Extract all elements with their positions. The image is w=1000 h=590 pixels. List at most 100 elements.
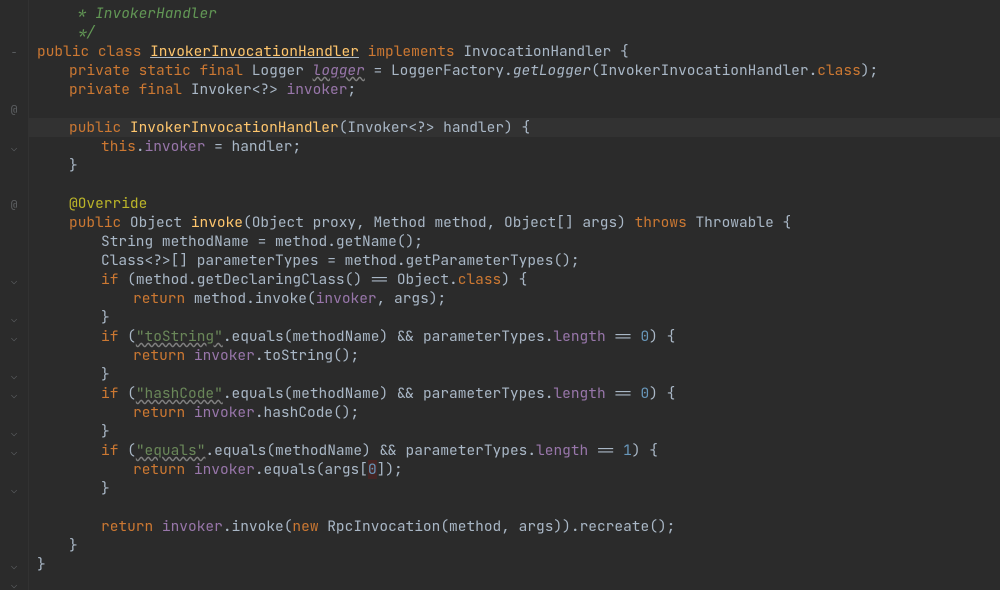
code-line[interactable]: public Object invoke(Object proxy, Metho… <box>29 213 1000 232</box>
tok-semi: ; <box>571 251 580 270</box>
tok-p_proxy: proxy <box>313 213 357 232</box>
code-line[interactable]: return invoker.hashCode(); <box>29 403 1000 422</box>
code-line[interactable] <box>29 175 1000 194</box>
code-line[interactable] <box>29 498 1000 517</box>
tok-return: return <box>133 460 185 479</box>
code-line[interactable]: if ("hashCode".equals(methodName) && par… <box>29 384 1000 403</box>
tok-m_equals: equals <box>264 460 316 479</box>
code-line[interactable]: Class<?>[] parameterTypes = method.getPa… <box>29 251 1000 270</box>
gutter-override-icon[interactable]: @ <box>0 101 28 120</box>
tok-dot: . <box>397 251 406 270</box>
code-editor[interactable]: −@⌵@⌵⌵⌵⌵⌵⌵⌵⌵⌵⌵ * InvokerHandler */public… <box>0 0 1000 590</box>
tok-dot: . <box>223 517 232 536</box>
ctor-decl: InvokerInvocationHandler <box>130 118 339 137</box>
code-line[interactable] <box>29 99 1000 118</box>
code-line[interactable]: return method.invoke(invoker, args); <box>29 289 1000 308</box>
tok-cls_Invoker: Invoker <box>191 80 252 99</box>
tok-if: if <box>101 327 118 346</box>
code-line[interactable]: } <box>29 365 1000 384</box>
tok-public: public <box>69 118 121 137</box>
tok-semi: ; <box>347 80 356 99</box>
code-line[interactable]: if ("equals".equals(methodName) && param… <box>29 441 1000 460</box>
tok-m_invoke: invoke <box>255 289 307 308</box>
tok-semi: ; <box>869 61 878 80</box>
code-line[interactable]: } <box>29 479 1000 498</box>
code-line[interactable]: public class InvokerInvocationHandler im… <box>29 42 1000 61</box>
gutter: −@⌵@⌵⌵⌵⌵⌵⌵⌵⌵⌵⌵ <box>0 0 29 590</box>
gutter-fold-icon[interactable]: − <box>0 44 28 63</box>
code-line[interactable]: } <box>29 555 1000 574</box>
code-line[interactable]: private static final Logger logger = Log… <box>29 61 1000 80</box>
tok-wild: <?> <box>252 80 278 99</box>
tok-public: public <box>37 42 89 61</box>
tok-m_equals: equals <box>232 384 284 403</box>
tok-op_and: && <box>371 441 406 460</box>
tok-if: if <box>101 270 118 289</box>
tok-cls_LoggerFactory: LoggerFactory <box>391 61 504 80</box>
tok-new: new <box>292 517 318 536</box>
tok-cls_Throwable: Throwable <box>695 213 773 232</box>
tok-fld_class: class <box>817 61 861 80</box>
code-line[interactable]: private final Invoker<?> invoker; <box>29 80 1000 99</box>
tok-semi: ; <box>394 460 403 479</box>
code-line[interactable]: } <box>29 156 1000 175</box>
tok-m_hashCode: hashCode <box>264 403 334 422</box>
code-line[interactable]: if (method.getDeclaringClass() == Object… <box>29 270 1000 289</box>
code-line[interactable]: } <box>29 536 1000 555</box>
gutter-fold-icon[interactable]: ⌵ <box>0 367 28 386</box>
gutter-fold-end-icon[interactable]: ⌵ <box>0 557 28 576</box>
code-line[interactable]: String methodName = method.getName(); <box>29 232 1000 251</box>
tok-lp: ( <box>266 441 275 460</box>
gutter-fold-icon[interactable]: ⌵ <box>0 481 28 500</box>
tok-rb: } <box>101 365 110 384</box>
code-area[interactable]: * InvokerHandler */public class InvokerI… <box>29 0 1000 590</box>
tok-dot: . <box>188 270 197 289</box>
tok-comma: , <box>356 213 373 232</box>
code-line[interactable]: return invoker.toString(); <box>29 346 1000 365</box>
code-line[interactable]: } <box>29 422 1000 441</box>
tok-semi: ; <box>351 346 360 365</box>
tok-lb: { <box>519 270 528 289</box>
gutter-fold-icon[interactable]: ⌵ <box>0 386 28 405</box>
gutter-fold-icon[interactable]: ⌵ <box>0 310 28 329</box>
tok-num_0: 0 <box>640 327 649 346</box>
tok-dot: . <box>327 232 336 251</box>
code-line[interactable]: @Override <box>29 194 1000 213</box>
tok-rp: ) <box>342 346 351 365</box>
gutter-override-icon[interactable]: @ <box>0 196 28 215</box>
gutter-fold-end-icon[interactable]: ⌵ <box>0 576 28 590</box>
tok-dot: . <box>136 137 145 156</box>
tok-cls_Object: Object <box>397 270 449 289</box>
gutter-fold-icon[interactable]: ⌵ <box>0 329 28 348</box>
tok-private: private <box>69 80 130 99</box>
code-line[interactable]: return invoker.invoke(new RpcInvocation(… <box>29 517 1000 536</box>
code-line[interactable]: * InvokerHandler <box>29 4 1000 23</box>
tok-class: class <box>98 42 142 61</box>
code-line[interactable]: public InvokerInvocationHandler(Invoker<… <box>29 118 1000 137</box>
gutter-fold-icon[interactable]: ⌵ <box>0 272 28 291</box>
tok-implements: implements <box>368 42 455 61</box>
tok-dot: . <box>504 61 513 80</box>
gutter-fold-end-icon[interactable]: ⌵ <box>0 139 28 158</box>
tok-semi: ; <box>292 137 301 156</box>
code-line[interactable]: */ <box>29 23 1000 42</box>
tok-rp: ) <box>553 517 562 536</box>
tok-lp: ( <box>307 289 316 308</box>
tok-lp: ( <box>333 403 342 422</box>
tok-op_assign: = <box>249 232 275 251</box>
tok-num_1: 1 <box>623 441 632 460</box>
gutter-fold-icon[interactable]: ⌵ <box>0 443 28 462</box>
tok-rb: } <box>69 156 78 175</box>
gutter-fold-icon[interactable]: ⌵ <box>0 424 28 443</box>
tok-op_eq: == <box>588 441 623 460</box>
code-line[interactable]: if ("toString".equals(methodName) && par… <box>29 327 1000 346</box>
code-line[interactable]: this.invoker = handler; <box>29 137 1000 156</box>
code-line[interactable]: return invoker.equals(args[0]); <box>29 460 1000 479</box>
tok-m_getName: getName <box>336 232 397 251</box>
tok-cls_RpcInvocation: RpcInvocation <box>327 517 440 536</box>
tok-static: static <box>139 61 191 80</box>
code-line[interactable]: } <box>29 308 1000 327</box>
tok-m_getParameterTypes: getParameterTypes <box>406 251 554 270</box>
tok-rb: } <box>101 422 110 441</box>
method-invoke: invoke <box>191 213 243 232</box>
